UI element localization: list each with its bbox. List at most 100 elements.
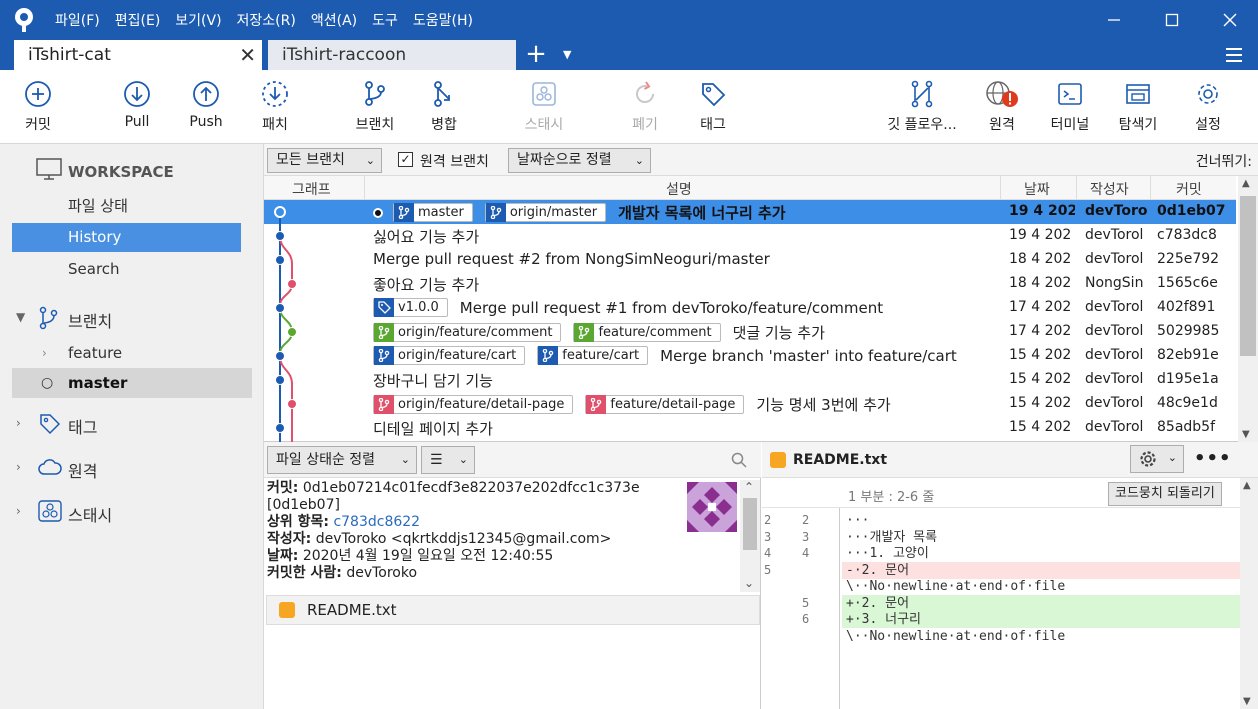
branch-label-chip[interactable]: origin/master	[484, 203, 607, 222]
tab-list-chevron-icon[interactable]: ▼	[563, 48, 571, 61]
scroll-up-icon[interactable]: ▲	[1242, 178, 1250, 189]
column-divider[interactable]	[364, 176, 365, 200]
sidebar-section-stashes[interactable]: › 스태시	[16, 500, 236, 526]
gitflow-button[interactable]: 깃 플로우...	[880, 80, 964, 134]
stash-button[interactable]: 스태시	[519, 80, 569, 134]
graph-node[interactable]	[287, 279, 297, 289]
close-window-button[interactable]	[1218, 8, 1242, 32]
branch-label-chip[interactable]: origin/feature/detail-page	[373, 395, 574, 414]
sidebar-section-branches[interactable]: ▼ 브랜치	[16, 306, 236, 332]
column-commit[interactable]: 커밋	[1176, 179, 1202, 199]
commit-row[interactable]: 좋아요 기능 추가 18 4 202 NongSin 1565c6e	[264, 272, 1236, 296]
tag-label-chip[interactable]: v1.0.0	[373, 298, 448, 317]
sidebar-section-tags[interactable]: › 태그	[16, 412, 236, 438]
pull-button[interactable]: Pull	[117, 80, 157, 130]
new-tab-button[interactable]: +	[522, 40, 550, 70]
graph-node[interactable]	[287, 327, 297, 337]
remote-button[interactable]: 원격	[984, 80, 1020, 134]
diff-options-dropdown[interactable]: ⌄	[1130, 445, 1184, 473]
branch-label-chip[interactable]: origin/feature/comment	[373, 323, 562, 342]
scroll-up-icon[interactable]: ▲	[1243, 480, 1251, 491]
column-description[interactable]: 설명	[666, 179, 692, 199]
parent-commit-link[interactable]: c783dc8622	[333, 514, 420, 530]
commit-row[interactable]: v1.0.0 Merge pull request #1 from devToro…	[264, 296, 1236, 320]
branch-button[interactable]: 브랜치	[350, 80, 400, 134]
remote-branches-checkbox[interactable]: ✓	[398, 152, 413, 167]
commit-row[interactable]: origin/feature/detail-page feature/detail…	[264, 392, 1236, 416]
sidebar-branch-master[interactable]: ○ master	[12, 368, 252, 398]
menu-tools[interactable]: 도구	[372, 10, 398, 30]
graph-node[interactable]	[287, 399, 297, 409]
menu-repository[interactable]: 저장소(R)	[237, 10, 296, 30]
sidebar-item-search[interactable]: Search	[12, 255, 241, 284]
column-divider[interactable]	[1076, 176, 1077, 200]
view-mode-dropdown[interactable]: ☰ ⌄	[421, 446, 475, 474]
commit-row[interactable]: 장바구니 담기 기능 15 4 202 devTorol d195e1a	[264, 368, 1236, 392]
maximize-button[interactable]	[1160, 8, 1184, 32]
column-date[interactable]: 날짜	[1024, 179, 1050, 199]
graph-node[interactable]	[275, 303, 285, 313]
explorer-button[interactable]: 탐색기	[1114, 80, 1162, 134]
hamburger-menu-icon[interactable]	[1224, 45, 1244, 65]
settings-button[interactable]: 설정	[1188, 80, 1228, 134]
branch-label-chip[interactable]: feature/detail-page	[585, 395, 745, 414]
sidebar-item-history[interactable]: History	[12, 223, 241, 252]
branch-filter-dropdown[interactable]: 모든 브랜치 ⌄	[267, 148, 382, 173]
fetch-button[interactable]: 패치	[255, 80, 295, 134]
terminal-button[interactable]: 터미널	[1046, 80, 1094, 134]
branch-label-chip[interactable]: origin/feature/cart	[373, 346, 526, 365]
graph-head-node[interactable]	[274, 206, 286, 218]
column-divider[interactable]	[1000, 176, 1001, 200]
menu-actions[interactable]: 액션(A)	[311, 10, 357, 30]
chevron-up-icon[interactable]: ⌃	[744, 480, 754, 494]
menu-help[interactable]: 도움말(H)	[413, 10, 473, 30]
sidebar-branch-feature[interactable]: › feature	[12, 338, 252, 368]
chevron-right-icon[interactable]: ›	[42, 338, 47, 368]
scroll-down-icon[interactable]: ▼	[1242, 429, 1250, 440]
column-graph[interactable]: 그래프	[292, 179, 331, 199]
branch-label-chip[interactable]: feature/cart	[537, 346, 649, 365]
tag-button[interactable]: 태그	[693, 80, 733, 134]
graph-node[interactable]	[275, 423, 285, 433]
scrollbar-thumb[interactable]	[1240, 196, 1256, 356]
commit-list-scrollbar[interactable]: ▲ ▼	[1238, 176, 1258, 442]
menu-view[interactable]: 보기(V)	[175, 10, 221, 30]
chevron-down-icon[interactable]: ⌄	[744, 576, 754, 590]
changed-file-row[interactable]: README.txt	[266, 595, 760, 625]
graph-node[interactable]	[275, 255, 285, 265]
commit-row[interactable]: 싫어요 기능 추가 19 4 202 devTorol c783dc8	[264, 224, 1236, 248]
more-options-icon[interactable]: •••	[1194, 448, 1232, 469]
branch-label-chip[interactable]: feature/comment	[573, 323, 721, 342]
close-tab-icon[interactable]: ✕	[239, 40, 256, 70]
minimize-button[interactable]	[1102, 8, 1126, 32]
commit-row[interactable]: origin/feature/comment feature/comment 댓글 …	[264, 320, 1236, 344]
discard-button[interactable]: 폐기	[625, 80, 665, 134]
menu-edit[interactable]: 편집(E)	[115, 10, 161, 30]
sidebar-item-file-status[interactable]: 파일 상태	[12, 192, 241, 221]
column-divider[interactable]	[1150, 176, 1151, 200]
push-button[interactable]: Push	[186, 80, 226, 130]
sidebar-section-remotes[interactable]: › 원격	[16, 456, 236, 482]
scroll-down-icon[interactable]: ▼	[1243, 696, 1251, 707]
commit-row[interactable]: master origin/master 개발자 목록에 너구리 추가 19 4 20…	[264, 200, 1236, 224]
graph-node[interactable]	[275, 231, 285, 241]
details-scrollbar[interactable]: ⌃ ⌄	[740, 480, 760, 592]
graph-node[interactable]	[275, 351, 285, 361]
commit-row[interactable]: origin/feature/cart feature/cart Merge bra…	[264, 344, 1236, 368]
file-sort-dropdown[interactable]: 파일 상태순 정렬 ⌄	[267, 446, 417, 474]
search-icon[interactable]	[731, 452, 747, 468]
commit-row[interactable]: 디테일 페이지 추가 15 4 202 devTorol 85adb5f	[264, 416, 1236, 440]
revert-hunk-button[interactable]: 코드뭉치 되돌리기	[1108, 482, 1222, 506]
merge-button[interactable]: 병합	[424, 80, 464, 134]
graph-node[interactable]	[275, 375, 285, 385]
tab-itshirt-raccoon[interactable]: iTshirt-raccoon	[268, 40, 516, 70]
scrollbar-thumb[interactable]	[743, 498, 757, 550]
tab-itshirt-cat[interactable]: iTshirt-cat ✕	[14, 40, 262, 70]
commit-row[interactable]: Merge pull request #2 from NongSimNeogur…	[264, 248, 1236, 272]
menu-file[interactable]: 파일(F)	[55, 10, 100, 30]
branch-label-chip[interactable]: master	[393, 203, 473, 222]
diff-scrollbar[interactable]: ▲ ▼	[1240, 478, 1258, 709]
column-author[interactable]: 작성자	[1090, 179, 1129, 199]
commit-button[interactable]: 커밋	[18, 80, 58, 134]
sort-dropdown[interactable]: 날짜순으로 정렬 ⌄	[508, 148, 651, 173]
